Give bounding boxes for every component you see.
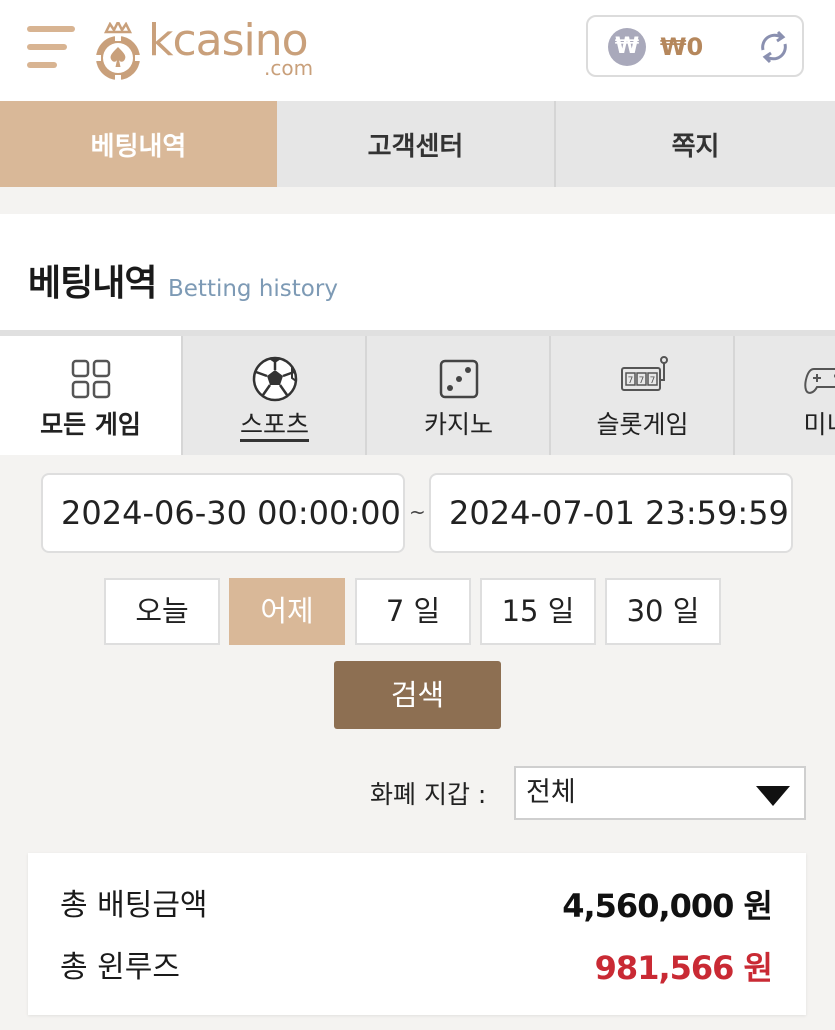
casino-chip-icon [94, 22, 142, 82]
quick-30-days-button[interactable]: 30 일 [605, 578, 721, 645]
slot-machine-icon: 7 7 7 [620, 356, 668, 391]
tab-slot-games[interactable]: 7 7 7 슬롯게임 [552, 336, 735, 455]
tab-sports-label: 스포츠 [184, 408, 365, 442]
tab-all-games-label: 모든 게임 [40, 410, 141, 439]
page-title: 베팅내역 [28, 263, 157, 304]
soccer-ball-icon [252, 356, 297, 402]
tab-mini-games[interactable]: 미니 [736, 336, 835, 455]
betting-summary: 총 배팅금액 4,560,000 원 총 윈루즈 981,566 원 [28, 853, 806, 1015]
wallet-amount: ₩0 [660, 33, 704, 61]
grid-icon [71, 359, 110, 399]
total-winloss-value: 981,566 원 [594, 949, 773, 987]
section-header: 베팅내역 Betting history [0, 214, 835, 330]
tab-messages[interactable]: 쪽지 [556, 101, 835, 187]
quick-today-button[interactable]: 오늘 [104, 578, 220, 645]
dropdown-arrow-icon [756, 786, 790, 806]
top-tabs: 베팅내역 고객센터 쪽지 [0, 101, 835, 187]
wallet-filter-select[interactable]: 전체 [514, 766, 806, 820]
svg-text:7: 7 [627, 376, 633, 386]
svg-text:7: 7 [649, 376, 655, 386]
date-from-input[interactable]: 2024-06-30 00:00:00 [41, 473, 405, 553]
tab-betting-history[interactable]: 베팅내역 [0, 101, 277, 187]
refresh-icon[interactable] [754, 27, 794, 67]
quick-15-days-button[interactable]: 15 일 [480, 578, 596, 645]
logo-domain: .com [264, 56, 314, 80]
tab-mini-games-label: 미니 [803, 410, 835, 439]
app-header: kcasino .com ₩ ₩0 [0, 0, 835, 101]
wallet-filter-label: 화폐 지갑 : [370, 780, 487, 809]
tab-all-games[interactable]: 모든 게임 [0, 336, 183, 455]
quick-7-days-button[interactable]: 7 일 [355, 578, 471, 645]
hamburger-menu-icon[interactable] [27, 24, 75, 72]
dice-icon [439, 359, 478, 399]
svg-text:7: 7 [638, 376, 644, 386]
total-bet-label: 총 배팅금액 [60, 888, 208, 923]
kcasino-logo[interactable]: kcasino .com [92, 14, 332, 82]
wallet-filter-value: 전체 [526, 777, 576, 808]
total-bet-value: 4,560,000 원 [562, 887, 773, 925]
tab-casino-label: 카지노 [423, 410, 493, 439]
game-category-tabs: 모든 게임 스포츠 카지노 7 7 7 슬롯게임 미 [0, 330, 835, 455]
date-to-input[interactable]: 2024-07-01 23:59:59 [429, 473, 793, 553]
quick-yesterday-button[interactable]: 어제 [229, 578, 345, 645]
tab-customer-center[interactable]: 고객센터 [277, 101, 556, 187]
tab-sports[interactable]: 스포츠 [184, 336, 367, 455]
page-subtitle: Betting history [168, 276, 338, 302]
date-range-separator: ~ [409, 500, 426, 524]
total-winloss-label: 총 윈루즈 [60, 950, 180, 985]
tab-casino[interactable]: 카지노 [368, 336, 551, 455]
tab-slot-games-label: 슬롯게임 [596, 410, 689, 439]
won-coin-icon: ₩ [608, 28, 646, 66]
search-button[interactable]: 검색 [334, 661, 501, 729]
wallet-balance: ₩ ₩0 [586, 15, 804, 77]
gamepad-icon [803, 368, 835, 394]
